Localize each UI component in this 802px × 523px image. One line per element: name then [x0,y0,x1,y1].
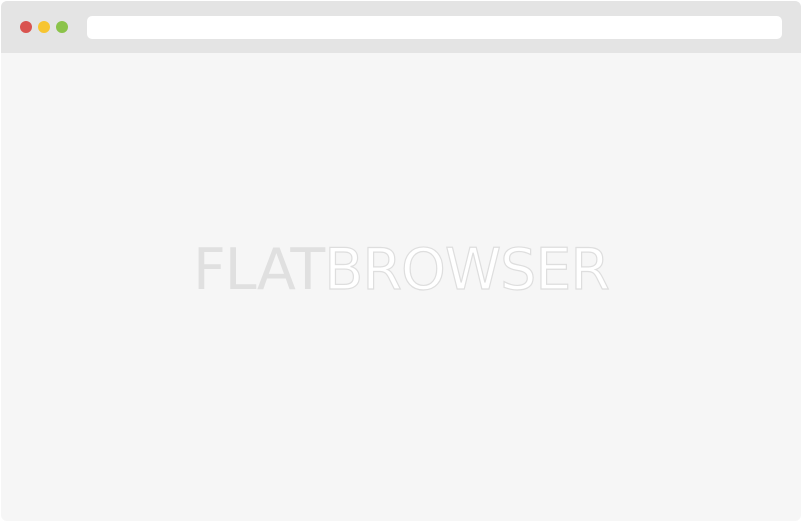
logo-text-flat: FLAT [193,237,325,303]
logo-text-browser: BROWSER [324,237,611,303]
minimize-window-button[interactable] [38,21,50,33]
page-content: FLATBROWSER [1,53,801,521]
browser-window: FLATBROWSER [1,1,801,521]
title-bar [1,1,801,53]
maximize-window-button[interactable] [56,21,68,33]
close-window-button[interactable] [20,21,32,33]
flatbrowser-logo: FLATBROWSER [1,237,801,303]
address-bar-input[interactable] [87,16,782,39]
